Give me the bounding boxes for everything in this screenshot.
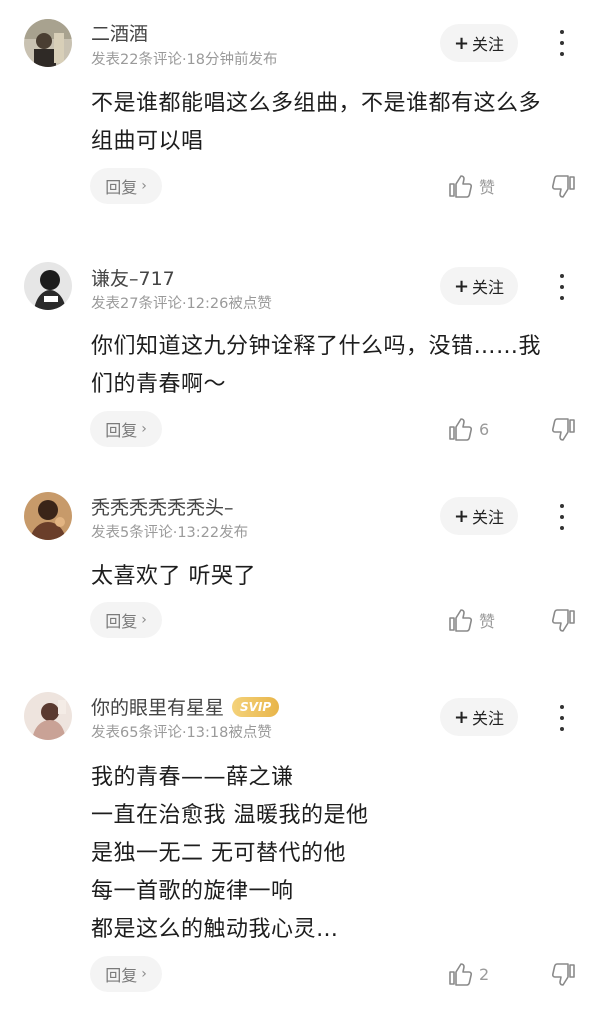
reply-button[interactable]: 回复 › — [90, 168, 162, 204]
reply-label: 回复 — [105, 178, 138, 197]
username[interactable]: 秃秃秃秃秃秃头– — [91, 493, 234, 520]
comment-text-line: 你们知道这九分钟诠释了什么吗，没错……我 — [91, 334, 542, 359]
more-options-icon[interactable] — [555, 30, 569, 56]
reply-button[interactable]: 回复 › — [90, 956, 162, 992]
like-count: 赞 — [479, 178, 496, 197]
chevron-right-icon: › — [141, 178, 147, 194]
thumbs-up-icon — [449, 175, 473, 198]
comment-text-line: 我的青春——薛之谦 — [91, 765, 294, 790]
avatar[interactable] — [24, 692, 72, 740]
like-count: 2 — [479, 964, 490, 984]
follow-button[interactable]: + 关注 — [440, 267, 518, 305]
more-options-icon[interactable] — [555, 705, 569, 731]
thumbs-down-icon[interactable] — [551, 174, 577, 200]
thumbs-down-icon[interactable] — [551, 962, 577, 988]
comment-meta: 发表65条评论·13:18被点赞 — [91, 725, 272, 741]
like-button[interactable]: 2 — [447, 961, 489, 987]
comment-text-line: 都是这么的触动我心灵… — [91, 917, 339, 942]
chevron-right-icon: › — [141, 612, 147, 628]
comment-meta: 发表27条评论·12:26被点赞 — [91, 296, 272, 312]
follow-label: 关注 — [472, 709, 505, 728]
comment-text-line: 组曲可以唱 — [91, 129, 204, 154]
plus-icon: + — [453, 32, 470, 54]
like-button[interactable]: 6 — [447, 416, 489, 442]
follow-label: 关注 — [472, 35, 505, 54]
like-count: 赞 — [479, 612, 496, 631]
thumbs-down-icon[interactable] — [551, 608, 577, 634]
comment-item: 秃秃秃秃秃秃头– 发表5条评论·13:22发布 + 关注 太喜欢了 听哭了 回复 ›… — [0, 470, 600, 670]
comment-item: 谦友–717 发表27条评论·12:26被点赞 + 关注 你们知道这九分钟诠释了什… — [0, 240, 600, 470]
comment-text-line: 们的青春啊～ — [91, 372, 227, 397]
reply-button[interactable]: 回复 › — [90, 602, 162, 638]
thumbs-up-icon — [449, 963, 473, 986]
like-button[interactable]: 赞 — [447, 173, 495, 199]
plus-icon: + — [453, 706, 470, 728]
svip-badge: SVIP — [232, 696, 280, 717]
reply-label: 回复 — [105, 421, 138, 440]
avatar[interactable] — [24, 262, 72, 310]
like-button[interactable]: 赞 — [447, 607, 495, 633]
username-text: 你的眼里有星星 — [91, 697, 225, 719]
comment-text-line: 每一首歌的旋律一响 — [91, 879, 294, 904]
chevron-right-icon: › — [141, 966, 147, 982]
follow-label: 关注 — [472, 508, 505, 527]
like-count: 6 — [479, 419, 490, 439]
plus-icon: + — [453, 275, 470, 297]
follow-button[interactable]: + 关注 — [440, 698, 518, 736]
plus-icon: + — [453, 505, 470, 527]
thumbs-down-icon[interactable] — [551, 417, 577, 443]
follow-button[interactable]: + 关注 — [440, 24, 518, 62]
avatar[interactable] — [24, 492, 72, 540]
reply-label: 回复 — [105, 966, 138, 985]
username[interactable]: 二酒酒 — [91, 19, 148, 46]
username[interactable]: 谦友–717 — [91, 264, 175, 291]
username[interactable]: 你的眼里有星星 SVIP — [91, 693, 280, 720]
comment-text-line: 不是谁都能唱这么多组曲，不是谁都有这么多 — [91, 91, 542, 116]
chevron-right-icon: › — [141, 421, 147, 437]
avatar[interactable] — [24, 19, 72, 67]
more-options-icon[interactable] — [555, 274, 569, 300]
comment-meta: 发表22条评论·18分钟前发布 — [91, 52, 278, 68]
thumbs-up-icon — [449, 418, 473, 441]
reply-button[interactable]: 回复 › — [90, 411, 162, 447]
more-options-icon[interactable] — [555, 504, 569, 530]
comment-item: 二酒酒 发表22条评论·18分钟前发布 + 关注 不是谁都能唱这么多组曲，不是谁都… — [0, 0, 600, 240]
reply-label: 回复 — [105, 612, 138, 631]
comment-text-line: 一直在治愈我 温暖我的是他 — [91, 803, 369, 828]
follow-label: 关注 — [472, 278, 505, 297]
comment-meta: 发表5条评论·13:22发布 — [91, 525, 249, 541]
comment-text-line: 太喜欢了 听哭了 — [91, 564, 256, 589]
comment-item: 你的眼里有星星 SVIP 发表65条评论·13:18被点赞 + 关注 我的青春——薛… — [0, 670, 600, 1021]
comment-text-line: 是独一无二 无可替代的他 — [91, 841, 346, 866]
thumbs-up-icon — [449, 609, 473, 632]
follow-button[interactable]: + 关注 — [440, 497, 518, 535]
